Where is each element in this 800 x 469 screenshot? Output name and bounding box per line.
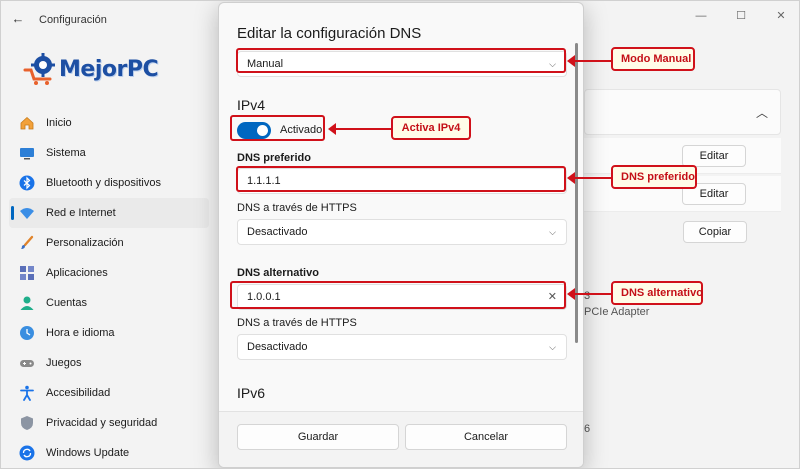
dialog-footer: Guardar Cancelar [219, 411, 583, 467]
arrow-mode [567, 55, 611, 67]
arrow-alternate [567, 288, 611, 300]
dialog-scrollbar[interactable] [575, 43, 578, 343]
chevron-down-icon: ⌵ [549, 227, 556, 237]
sidebar-item-label: Sistema [46, 147, 86, 159]
arrow-preferred [567, 172, 611, 184]
dialog-title: Editar la configuración DNS [237, 25, 422, 42]
sidebar-item-label: Bluetooth y dispositivos [46, 177, 161, 189]
sidebar-item-juegos[interactable]: Juegos [9, 348, 209, 378]
preferred-https-value: Desactivado [247, 226, 308, 238]
chevron-up-icon[interactable]: ︿ [756, 104, 768, 121]
copy-button[interactable]: Copiar [683, 221, 747, 243]
highlight-ipv4-toggle [230, 115, 325, 141]
logo-text: MejorPC [59, 56, 159, 82]
sidebar-item-privacidad[interactable]: Privacidad y seguridad [9, 408, 209, 438]
sidebar-nav: Inicio Sistema Bluetooth y dispositivos … [9, 108, 209, 468]
callout-activa-ipv4: Activa IPv4 [391, 116, 471, 140]
cancel-button[interactable]: Cancelar [405, 424, 567, 450]
callout-dns-alternativo: DNS alternativo [611, 281, 703, 305]
sidebar-item-sistema[interactable]: Sistema [9, 138, 209, 168]
sidebar-item-label: Accesibilidad [46, 387, 111, 399]
sidebar-item-personalizacion[interactable]: Personalización [9, 228, 209, 258]
sidebar-item-inicio[interactable]: Inicio [9, 108, 209, 138]
sidebar-item-label: Inicio [46, 117, 72, 129]
ipv4-heading: IPv4 [237, 97, 266, 113]
preferred-https-label: DNS a través de HTTPS [237, 202, 357, 214]
cart-gear-icon [23, 52, 57, 86]
sidebar-item-red-internet[interactable]: Red e Internet [9, 198, 209, 228]
callout-dns-preferido: DNS preferido [611, 165, 697, 189]
highlight-preferred-dns [236, 166, 566, 192]
shield-icon [19, 415, 35, 431]
preferred-https-select[interactable]: Desactivado ⌵ [237, 219, 567, 245]
sidebar-item-label: Aplicaciones [46, 267, 108, 279]
settings-window: ← Configuración — ☐ ✕ MejorPC Inicio Sis… [0, 0, 800, 469]
person-icon [19, 295, 35, 311]
minimize-button[interactable]: — [681, 1, 721, 31]
ipv6-heading: IPv6 [237, 385, 266, 401]
network-properties-card[interactable]: ︿ [584, 89, 781, 135]
sidebar-item-label: Hora e idioma [46, 327, 115, 339]
edit-dns-button[interactable]: Editar [682, 145, 746, 167]
sidebar-item-label: Windows Update [46, 447, 130, 459]
fragment-text: 6 [584, 423, 591, 435]
gamepad-icon [19, 355, 35, 371]
sidebar-item-bluetooth[interactable]: Bluetooth y dispositivos [9, 168, 209, 198]
alternate-https-value: Desactivado [247, 341, 308, 353]
back-button[interactable]: ← [7, 9, 29, 29]
sidebar-item-windows-update[interactable]: Windows Update [9, 438, 209, 468]
wifi-icon [19, 205, 35, 221]
apps-icon [19, 265, 35, 281]
chevron-down-icon: ⌵ [549, 342, 556, 352]
highlight-alternate-dns [230, 281, 566, 309]
sidebar-item-label: Cuentas [46, 297, 87, 309]
bluetooth-icon [19, 175, 35, 191]
maximize-button[interactable]: ☐ [721, 1, 761, 31]
highlight-mode-select [236, 48, 566, 73]
brush-icon [19, 235, 35, 251]
globe-clock-icon [19, 325, 35, 341]
monitor-icon [19, 145, 35, 161]
sidebar-item-cuentas[interactable]: Cuentas [9, 288, 209, 318]
save-button[interactable]: Guardar [237, 424, 399, 450]
adapter-text: PCIe Adapter [584, 306, 650, 318]
close-button[interactable]: ✕ [761, 1, 799, 31]
accessibility-icon [19, 385, 35, 401]
sidebar-item-accesibilidad[interactable]: Accesibilidad [9, 378, 209, 408]
sidebar-item-aplicaciones[interactable]: Aplicaciones [9, 258, 209, 288]
update-icon [19, 445, 35, 461]
sidebar-item-label: Juegos [46, 357, 82, 369]
sidebar-item-label: Red e Internet [46, 207, 116, 219]
alternate-https-label: DNS a través de HTTPS [237, 317, 357, 329]
sidebar-item-label: Privacidad y seguridad [46, 417, 158, 429]
sidebar-item-hora-idioma[interactable]: Hora e idioma [9, 318, 209, 348]
preferred-dns-label: DNS preferido [237, 152, 311, 164]
window-controls: — ☐ ✕ [681, 1, 799, 31]
mejorpc-logo: MejorPC [23, 49, 173, 89]
fragment-text: 3 [584, 290, 591, 302]
home-icon [19, 115, 35, 131]
arrow-ipv4 [328, 123, 391, 135]
alternate-dns-label: DNS alternativo [237, 267, 319, 279]
callout-mode-manual: Modo Manual [611, 47, 695, 71]
window-title: Configuración [39, 14, 107, 26]
sidebar-item-label: Personalización [46, 237, 124, 249]
alternate-https-select[interactable]: Desactivado ⌵ [237, 334, 567, 360]
